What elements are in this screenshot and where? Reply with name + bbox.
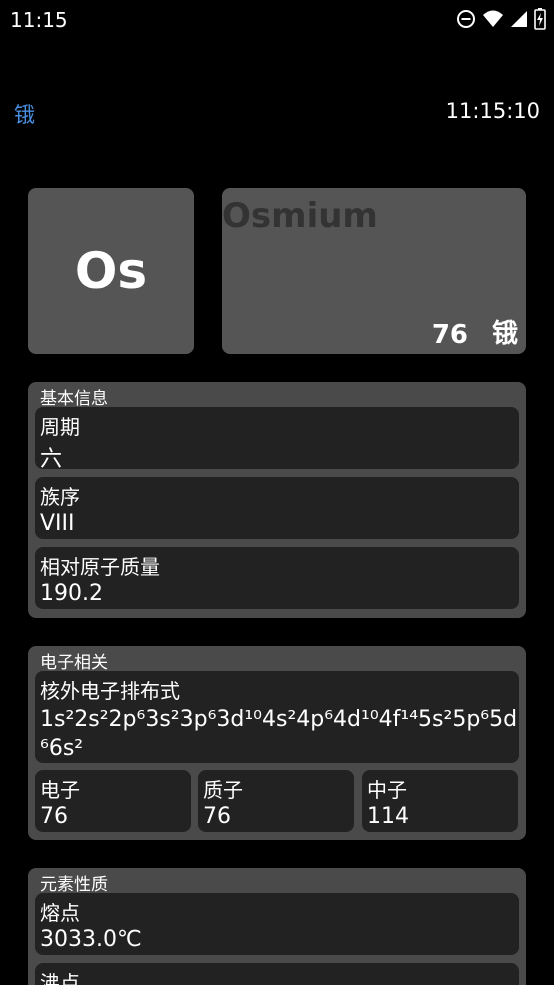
section-title: 基本信息: [40, 389, 108, 409]
mass-value: 190.2: [40, 581, 103, 606]
melting-point-field: 熔点 3033.0℃: [35, 893, 519, 955]
boiling-label: 沸点: [40, 971, 80, 985]
neutron-count-field: 中子 114: [362, 770, 518, 832]
section-title: 电子相关: [40, 653, 108, 673]
neutron-label: 中子: [367, 778, 407, 802]
boiling-point-field: 沸点: [35, 963, 519, 985]
proton-label: 质子: [203, 778, 243, 802]
proton-value: 76: [203, 804, 231, 829]
battery-icon: [534, 8, 546, 30]
electron-section: 电子相关 核外电子排布式 1s²2s²2p⁶3s²3p⁶3d¹⁰4s²4p⁶4d…: [28, 646, 526, 840]
app-header: 锇 11:15:10: [0, 90, 554, 134]
wifi-icon: [482, 9, 504, 29]
element-symbol-card: Os: [28, 188, 194, 354]
atomic-number: 76: [431, 320, 468, 350]
section-title: 元素性质: [40, 875, 108, 895]
mass-label: 相对原子质量: [40, 555, 160, 579]
melting-label: 熔点: [40, 901, 80, 925]
element-symbol: Os: [74, 242, 148, 300]
melting-value: 3033.0℃: [40, 927, 142, 952]
neutron-value: 114: [367, 804, 409, 829]
config-value: 1s²2s²2p⁶3s²3p⁶3d¹⁰4s²4p⁶4d¹⁰4f¹⁴5s²5p⁶5…: [40, 707, 518, 761]
electron-config-field: 核外电子排布式 1s²2s²2p⁶3s²3p⁶3d¹⁰4s²4p⁶4d¹⁰4f¹…: [35, 671, 519, 763]
electron-count-field: 电子 76: [35, 770, 191, 832]
do-not-disturb-icon: [456, 9, 476, 29]
header-clock: 11:15:10: [445, 99, 540, 123]
group-value: VIII: [40, 511, 75, 536]
signal-icon: [510, 9, 528, 29]
status-time: 11:15: [10, 8, 68, 32]
element-name-card: Osmium 76 锇: [222, 188, 526, 354]
group-field: 族序 VIII: [35, 477, 519, 539]
mass-field: 相对原子质量 190.2: [35, 547, 519, 609]
config-label: 核外电子排布式: [40, 679, 180, 703]
period-value: 六: [40, 447, 63, 472]
proton-count-field: 质子 76: [198, 770, 354, 832]
element-name-cn: 锇: [491, 319, 518, 349]
basic-info-section: 基本信息 周期 六 族序 VIII 相对原子质量 190.2: [28, 382, 526, 618]
status-bar: 11:15: [0, 0, 554, 38]
period-field: 周期 六: [35, 407, 519, 472]
electron-label: 电子: [40, 778, 80, 802]
electron-value: 76: [40, 804, 68, 829]
status-icons: [456, 8, 546, 30]
properties-section: 元素性质 熔点 3033.0℃ 沸点: [28, 868, 526, 985]
group-label: 族序: [40, 485, 80, 509]
element-name-en: Osmium: [222, 196, 378, 236]
period-label: 周期: [40, 415, 80, 439]
header-title[interactable]: 锇: [14, 99, 35, 129]
